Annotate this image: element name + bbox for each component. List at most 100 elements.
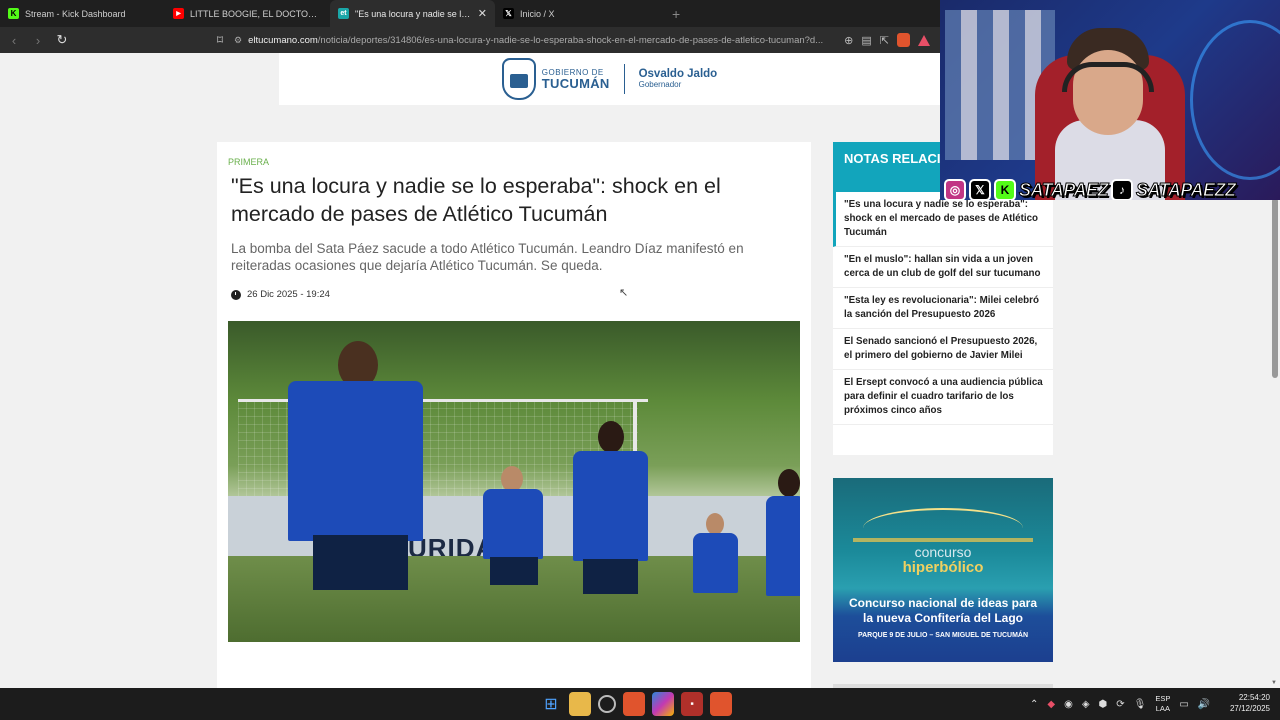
brave-icon[interactable] xyxy=(710,692,732,716)
article-headline: "Es una locura y nadie se lo esperaba": … xyxy=(231,174,721,226)
url-host: eltucumano.com xyxy=(248,34,318,46)
player-head xyxy=(778,469,800,497)
x-icon: 𝕏 xyxy=(969,179,991,200)
tray-app-icon[interactable]: ◆ xyxy=(1047,699,1055,710)
lang-bottom: LAA xyxy=(1155,704,1170,713)
tab-x-home[interactable]: 𝕏 Inicio / X xyxy=(495,0,660,27)
scroll-down-icon[interactable]: ▼ xyxy=(1271,680,1277,686)
chevron-up-icon[interactable]: ⌃ xyxy=(1030,699,1038,710)
government-banner-ad[interactable]: GOBIERNO DE TUCUMÁN Osvaldo Jaldo Gobern… xyxy=(279,53,940,105)
back-icon[interactable]: ‹ xyxy=(4,33,24,48)
tray-app-icon[interactable]: ◉ xyxy=(1064,699,1073,710)
related-note-link[interactable]: El Ersept convocó a una audiencia públic… xyxy=(833,370,1053,425)
tab-title: "Es una locura y nadie se lo espe xyxy=(355,8,474,19)
related-note-link[interactable]: "En el muslo": hallan sin vida a un jove… xyxy=(833,247,1053,288)
instagram-icon: ◎ xyxy=(944,179,966,200)
tab-bar: K Stream - Kick Dashboard ▶ LITTLE BOOGI… xyxy=(0,0,940,27)
lang-top: ESP xyxy=(1155,694,1171,703)
reload-icon[interactable]: ↻ xyxy=(52,32,72,48)
volume-icon[interactable]: 🔊 xyxy=(1198,699,1210,710)
ad-headline: Concurso nacional de ideas para la nueva… xyxy=(848,596,1038,625)
clock-time: 22:54:20 xyxy=(1238,693,1270,702)
player-shorts xyxy=(490,557,538,585)
tray-app-icon[interactable]: ⬢ xyxy=(1099,699,1108,710)
article-section-link[interactable]: PRIMERA xyxy=(228,157,269,167)
article-photo[interactable]: URIDAD xyxy=(228,321,800,642)
ad-lights-graphic xyxy=(853,538,1033,542)
article-date-text: 26 Dic 2025 - 19:24 xyxy=(247,289,330,300)
tab-title: LITTLE BOOGIE, EL DOCTOR & RUSH xyxy=(190,8,322,19)
article-date: 26 Dic 2025 - 19:24 xyxy=(231,289,330,300)
player-head xyxy=(706,513,724,535)
start-icon[interactable]: ⊞ xyxy=(540,692,562,716)
ad-line-hiperbolico: hiperbólico xyxy=(902,559,984,576)
close-tab-icon[interactable]: ✕ xyxy=(478,7,487,20)
app-icon[interactable]: ■ xyxy=(681,692,703,716)
player xyxy=(483,489,543,559)
nav-bar: ‹ › ↻ ⌑ ⚙ eltucumano.com /noticia/deport… xyxy=(0,27,940,53)
ad-line-concurso: concurso xyxy=(914,544,972,560)
tab-title: Stream - Kick Dashboard xyxy=(25,8,126,19)
article-card: PRIMERA "Es una locura y nadie se lo esp… xyxy=(217,142,811,688)
streamer-webcam: ◎ 𝕏 K SATAPAEZ ♪ SATAPAEZZ xyxy=(940,0,1280,200)
taskbar-clock[interactable]: 22:54:20 27/12/2025 xyxy=(1218,692,1270,714)
kick-icon: K xyxy=(8,8,19,19)
headset xyxy=(1062,62,1154,92)
language-indicator[interactable]: ESP LAA xyxy=(1155,694,1170,714)
network-icon[interactable]: ▭ xyxy=(1179,699,1188,710)
tucuman-shield-icon xyxy=(501,58,536,100)
player xyxy=(693,533,738,593)
address-bar[interactable]: ⚙ eltucumano.com /noticia/deportes/31480… xyxy=(234,30,834,50)
kick-icon: K xyxy=(994,179,1016,200)
ad-location: PARQUE 9 DE JULIO – SAN MIGUEL DE TUCUMÁ… xyxy=(857,632,1029,639)
related-note-link[interactable]: "Esta ley es revolucionaria": Milei cele… xyxy=(833,288,1053,329)
sync-icon[interactable]: ⟳ xyxy=(1116,699,1124,710)
governor-role: Gobernador xyxy=(638,79,682,89)
microphone-icon[interactable]: 🎙 xyxy=(1134,699,1147,710)
site-info-icon[interactable]: ⚙ xyxy=(234,35,242,46)
brave-rewards-icon[interactable] xyxy=(918,34,930,46)
tray-app-icon[interactable]: ◈ xyxy=(1082,699,1090,710)
mouse-cursor-icon: ↖ xyxy=(619,287,629,299)
share-icon[interactable]: ⇱ xyxy=(880,34,889,47)
youtube-icon: ▶ xyxy=(173,8,184,19)
led-ring xyxy=(1190,20,1280,180)
eltucumano-icon: et xyxy=(338,8,349,19)
clock-date: 27/12/2025 xyxy=(1229,704,1270,713)
url-path: /noticia/deportes/314806/es-una-locura-y… xyxy=(317,34,824,46)
related-note-link[interactable]: "Es una locura y nadie se lo esperaba": … xyxy=(833,192,1053,247)
related-note-link[interactable]: El Senado sancionó el Presupuesto 2026, … xyxy=(833,329,1053,370)
tab-title: Inicio / X xyxy=(520,8,555,19)
player-shorts xyxy=(313,535,408,590)
file-explorer-icon[interactable] xyxy=(569,692,591,716)
tab-kick-dashboard[interactable]: K Stream - Kick Dashboard xyxy=(0,0,165,27)
player-shorts xyxy=(583,559,638,594)
player-head xyxy=(598,421,624,453)
x-icon: 𝕏 xyxy=(503,8,514,19)
clock-icon xyxy=(231,289,241,300)
gov-big-text: TUCUMÁN xyxy=(541,75,610,91)
scrollbar-thumb[interactable] xyxy=(1272,198,1278,378)
player xyxy=(288,381,423,541)
tiktok-icon: ♪ xyxy=(1111,179,1133,200)
forward-icon[interactable]: › xyxy=(28,33,48,48)
social-handle: SATAPAEZ xyxy=(1019,179,1110,200)
brave-shields-icon[interactable] xyxy=(897,33,910,47)
article-subhead: La bomba del Sata Páez sacude a todo Atl… xyxy=(231,241,744,273)
bookmark-icon[interactable]: ⌑ xyxy=(212,33,228,47)
new-tab-icon[interactable]: + xyxy=(672,6,680,22)
ad-roof-graphic xyxy=(863,508,1023,548)
brave-icon[interactable] xyxy=(623,692,645,716)
zoom-icon[interactable]: ⊕ xyxy=(844,34,853,47)
tab-youtube[interactable]: ▶ LITTLE BOOGIE, EL DOCTOR & RUSH xyxy=(165,0,330,27)
social-handle: SATAPAEZZ xyxy=(1136,179,1237,200)
concurso-ad-banner[interactable]: concurso hiperbólico Concurso nacional d… xyxy=(833,478,1053,662)
tab-eltucumano[interactable]: et "Es una locura y nadie se lo espe ✕ xyxy=(330,0,495,27)
player xyxy=(573,451,648,561)
copilot-icon[interactable] xyxy=(652,692,674,716)
social-handles-bar: ◎ 𝕏 K SATAPAEZ ♪ SATAPAEZZ xyxy=(940,177,1280,200)
player xyxy=(766,496,800,596)
reader-mode-icon[interactable]: ▤ xyxy=(861,34,871,47)
divider xyxy=(623,64,625,94)
obs-icon[interactable] xyxy=(598,695,616,713)
